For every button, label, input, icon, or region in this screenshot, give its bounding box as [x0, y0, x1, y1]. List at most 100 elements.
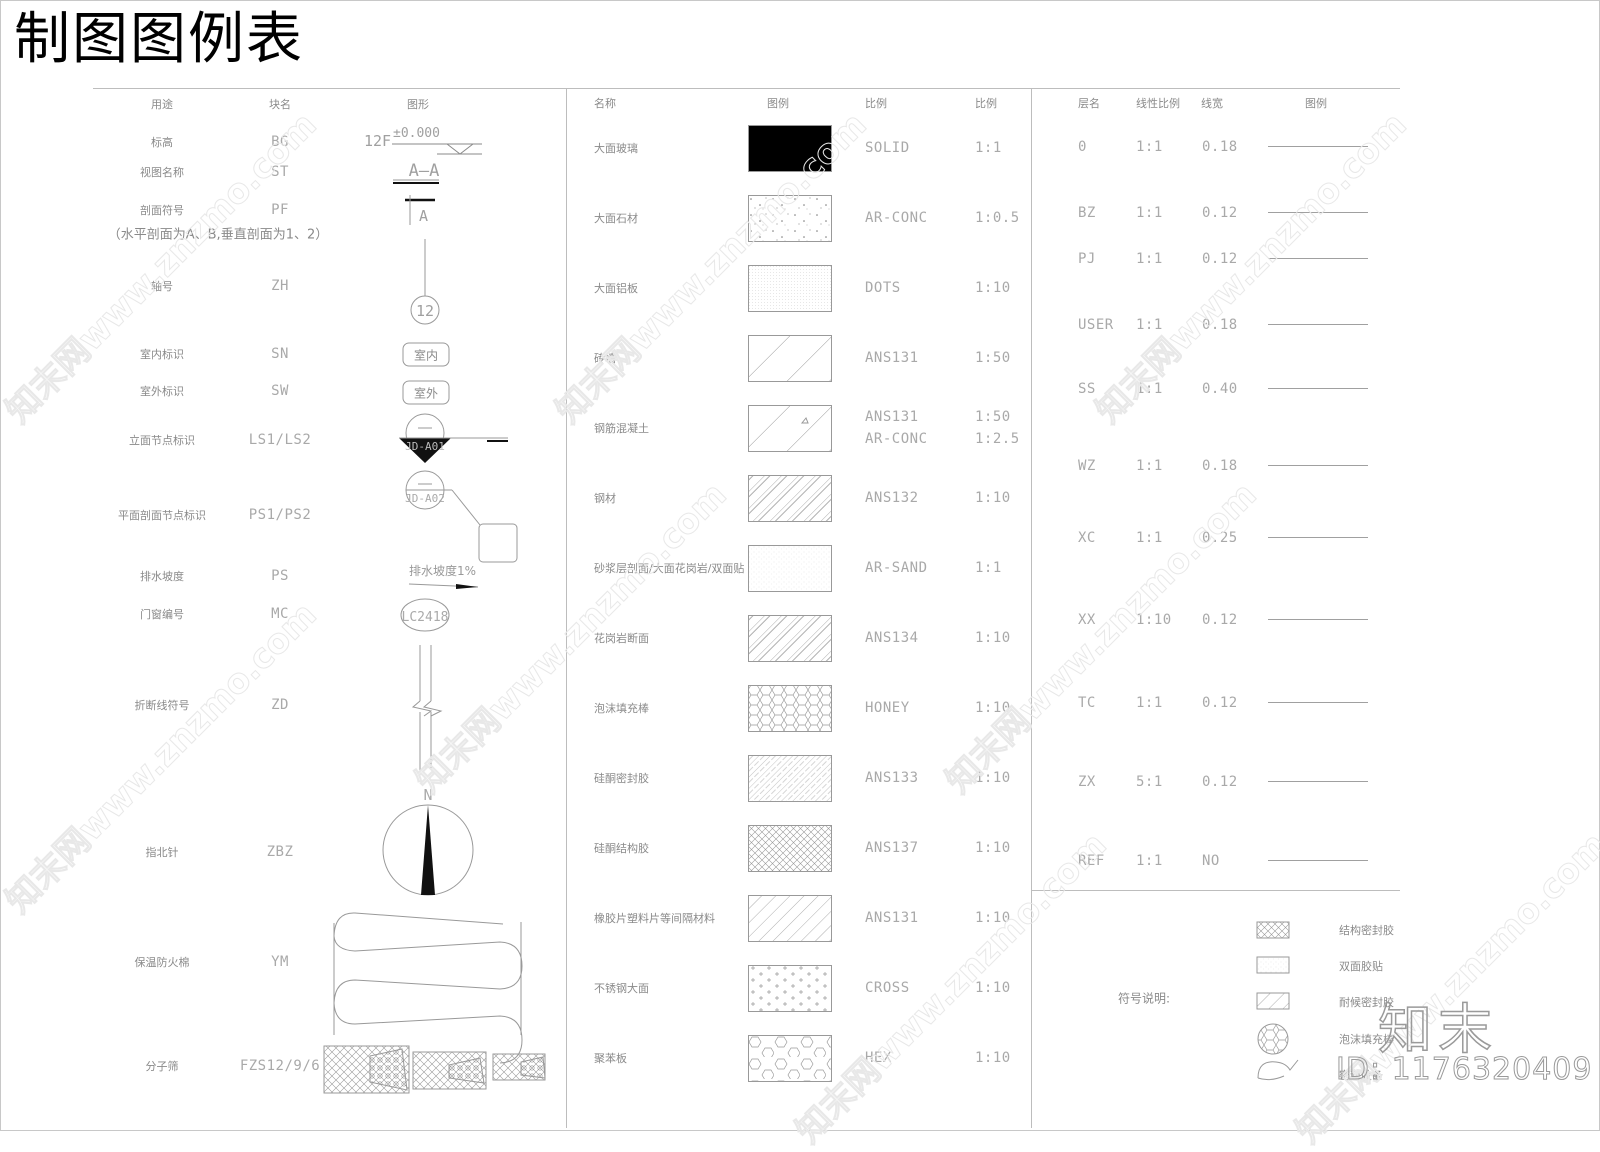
layer-name: PJ: [1078, 251, 1096, 267]
hatch-scale: 1:10: [975, 980, 1011, 996]
symbol-note-item: 结构密封胶: [1339, 924, 1394, 937]
layer-lineweight: 0.12: [1202, 612, 1238, 628]
header-pattern: 比例: [865, 97, 887, 110]
hatch-name: 不锈钢大面: [594, 982, 649, 995]
layer-lineweight: 0.12: [1202, 251, 1238, 267]
hatch-scale: 1:50: [975, 409, 1011, 425]
hatch-name: 橡胶片塑料片等间隔材料: [594, 912, 715, 925]
layer-name: XX: [1078, 612, 1096, 628]
hatch-pattern: ANS131: [865, 409, 919, 425]
hatch-pattern: ANS132: [865, 490, 919, 506]
symbol-notes-graphics: [1256, 921, 1299, 1081]
header-name: 名称: [594, 97, 616, 110]
hatch-swatch-conc: [748, 195, 832, 242]
layer-name: REF: [1078, 853, 1105, 869]
insulation-symbol: [333, 912, 523, 1064]
layer-legend-line: [1268, 146, 1368, 147]
note-swatch-double-tape: [1256, 956, 1290, 974]
header-ltscale: 线性比例: [1136, 97, 1180, 110]
header-scale: 比例: [975, 97, 997, 110]
hatch-name: 砂浆层剖面/大面花岗岩/双面贴: [594, 562, 745, 575]
note-swatch-seal-strip: [1257, 1059, 1299, 1081]
hatch-scale: 1:0.5: [975, 210, 1020, 226]
layer-name: USER: [1078, 317, 1114, 333]
header-legend: 图例: [767, 97, 789, 110]
hatch-name: 硅酮结构胶: [594, 842, 649, 855]
hatch-name: 大面铝板: [594, 282, 638, 295]
layer-name: BZ: [1078, 205, 1096, 221]
layer-lineweight: 0.12: [1202, 695, 1238, 711]
hatch-name: 砖墙: [594, 352, 616, 365]
layer-name: 0: [1078, 139, 1087, 155]
hatch-pattern: SOLID: [865, 140, 910, 156]
layer-lineweight: 0.18: [1202, 458, 1238, 474]
header-layer-legend: 图例: [1305, 97, 1327, 110]
hatch-scale: 1:10: [975, 280, 1011, 296]
elevation-floor-label: 12F: [364, 132, 391, 150]
hatch-swatch-ans137: [748, 825, 832, 872]
hatch-name: 大面石材: [594, 212, 638, 225]
hatch-swatch-rc: [748, 405, 832, 452]
hatch-pattern: AR-SAND: [865, 560, 928, 576]
note-swatch-structural-sealant: [1256, 921, 1290, 939]
layer-ltscale: 1:1: [1136, 458, 1163, 474]
hatch-swatch-ans134: [748, 615, 832, 662]
layer-name: WZ: [1078, 458, 1096, 474]
hatch-swatch-solid: [748, 125, 832, 172]
layer-legend-line: [1268, 781, 1368, 782]
layer-ltscale: 1:1: [1136, 251, 1163, 267]
hatch-swatch-sand: [748, 545, 832, 592]
hatch-scale: 1:50: [975, 350, 1011, 366]
hatch-pattern: AR-CONC: [865, 210, 928, 226]
hatch-scale: 1:1: [975, 560, 1002, 576]
brand-id: ID: 1176320409: [1335, 1052, 1593, 1088]
layer-ltscale: 1:1: [1136, 205, 1163, 221]
hatch-swatch-cross: [748, 965, 832, 1012]
layer-name: SS: [1078, 381, 1096, 397]
notes-divider: [1031, 890, 1400, 891]
header-lineweight: 线宽: [1201, 97, 1223, 110]
layer-name: ZX: [1078, 774, 1096, 790]
axis-number: 12: [416, 302, 434, 320]
indoor-label: 室内: [413, 348, 439, 363]
slope-label: 排水坡度1%: [409, 563, 476, 578]
layer-legend-line: [1268, 324, 1368, 325]
hatch-pattern: DOTS: [865, 280, 901, 296]
symbol-graphics: 12F ±0.000 A–A A 12 JD-A01 JD-A02 排水坡度1%: [323, 126, 546, 1094]
hatch-swatch-ans131-wide: [748, 335, 832, 382]
hatch-swatch-dots: [748, 265, 832, 312]
symbol-notes-label: 符号说明:: [1117, 991, 1171, 1006]
layer-lineweight: 0.18: [1202, 317, 1238, 333]
layer-legend-line: [1268, 258, 1368, 259]
layer-ltscale: 1:1: [1136, 317, 1163, 333]
divider-right: [1031, 88, 1032, 1128]
node-plan-label: JD-A02: [405, 492, 445, 505]
hatch-pattern: ANS131: [865, 910, 919, 926]
layer-ltscale: 1:1: [1136, 381, 1163, 397]
elevation-value-label: ±0.000: [393, 126, 440, 141]
hatch-scale: 1:10: [975, 910, 1011, 926]
header-layer: 层名: [1078, 97, 1100, 110]
layer-lineweight: 0.25: [1202, 530, 1238, 546]
note-swatch-foam-rod: [1257, 1023, 1289, 1055]
layer-ltscale: 1:1: [1136, 530, 1163, 546]
layer-ltscale: 1:1: [1136, 853, 1163, 869]
hatch-pattern: ANS134: [865, 630, 919, 646]
hatch-scale: 1:10: [975, 490, 1011, 506]
hatch-pattern: ANS133: [865, 770, 919, 786]
elevation-symbol: [392, 143, 482, 155]
layer-legend-line: [1268, 537, 1368, 538]
hatch-name: 泡沫填充棒: [594, 702, 649, 715]
outdoor-label: 室外: [413, 386, 439, 401]
hatch-pattern: ANS137: [865, 840, 919, 856]
layer-lineweight: 0.40: [1202, 381, 1238, 397]
layer-legend-line: [1268, 619, 1368, 620]
hatch-pattern: HONEY: [865, 700, 910, 716]
layer-lineweight: 0.18: [1202, 139, 1238, 155]
hatch-name: 钢筋混凝土: [594, 422, 649, 435]
layer-name: XC: [1078, 530, 1096, 546]
hatch-swatch-ans133: [748, 755, 832, 802]
hatch-scale: 1:10: [975, 630, 1011, 646]
hatch-scale: 1:10: [975, 1050, 1011, 1066]
layer-ltscale: 1:1: [1136, 695, 1163, 711]
